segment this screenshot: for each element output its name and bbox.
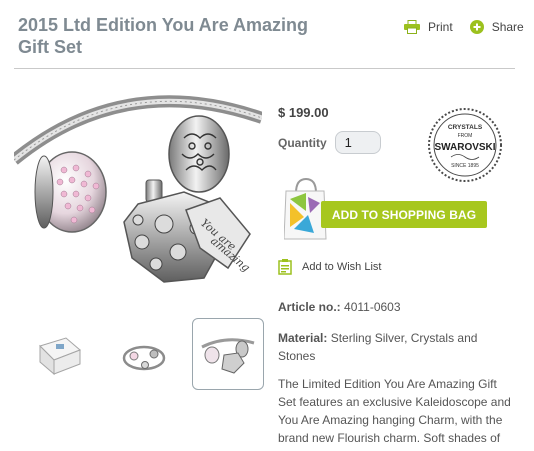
charm-detail-thumbnail-icon (201, 338, 255, 374)
plus-circle-icon (469, 20, 484, 34)
printer-icon (404, 20, 420, 34)
article-value: 4011-0603 (344, 300, 401, 314)
print-button[interactable]: Print (404, 20, 453, 34)
gift-box-thumbnail-icon (39, 337, 81, 376)
bracelet-thumbnail-icon (122, 345, 166, 371)
share-button[interactable]: Share (469, 20, 524, 34)
product-actions: Print Share (404, 20, 524, 34)
product-price: $ 199.00 (278, 105, 329, 120)
thumbnail-gift-box[interactable] (24, 318, 96, 390)
seal-from-text: FROM (458, 133, 473, 139)
swarovski-seal-logo: CRYSTALS FROM SWAROVSKI SINCE 1895 (428, 108, 502, 182)
article-number: Article no.: 4011-0603 (278, 300, 401, 314)
product-main-image: You are amazing (14, 95, 262, 283)
material-label: Material: (278, 331, 328, 345)
product-title-line-1: 2015 Ltd Edition You Are Amazing (18, 15, 309, 35)
seal-since-text: SINCE 1895 (451, 163, 479, 169)
thumbnail-charm-detail[interactable] (192, 318, 264, 390)
title-divider (14, 68, 515, 69)
share-label: Share (491, 20, 524, 34)
seal-brand-text: SWAROVSKI (434, 142, 495, 153)
quantity-row: Quantity (278, 131, 381, 154)
quantity-input[interactable] (334, 131, 381, 154)
description-line: brand new Flourish charm. Soft shades of (278, 431, 501, 445)
description-line: You Are Amazing hanging Charm, with the (278, 413, 503, 427)
add-to-shopping-bag-button[interactable]: ADD TO SHOPPING BAG (321, 201, 487, 228)
print-label: Print (428, 20, 453, 34)
thumbnail-bracelet[interactable] (108, 318, 180, 390)
product-title-line-2: Gift Set (18, 37, 83, 57)
material-info: Material: Sterling Silver, Crystals and … (278, 329, 506, 365)
article-label: Article no.: (278, 300, 341, 314)
product-description: The Limited Edition You Are Amazing Gift… (278, 375, 518, 447)
wishlist-label: Add to Wish List (302, 261, 382, 273)
seal-top-text: CRYSTALS (448, 124, 483, 131)
description-line: Set features an exclusive Kaleidoscope a… (278, 395, 511, 409)
description-line: The Limited Edition You Are Amazing Gift (278, 377, 497, 391)
quantity-label: Quantity (278, 135, 327, 150)
thumbnail-strip (24, 318, 276, 390)
add-to-wishlist-link[interactable]: Add to Wish List (278, 259, 381, 275)
product-title: 2015 Ltd Edition You Are Amazing Gift Se… (18, 14, 348, 58)
wishlist-icon (278, 259, 292, 275)
